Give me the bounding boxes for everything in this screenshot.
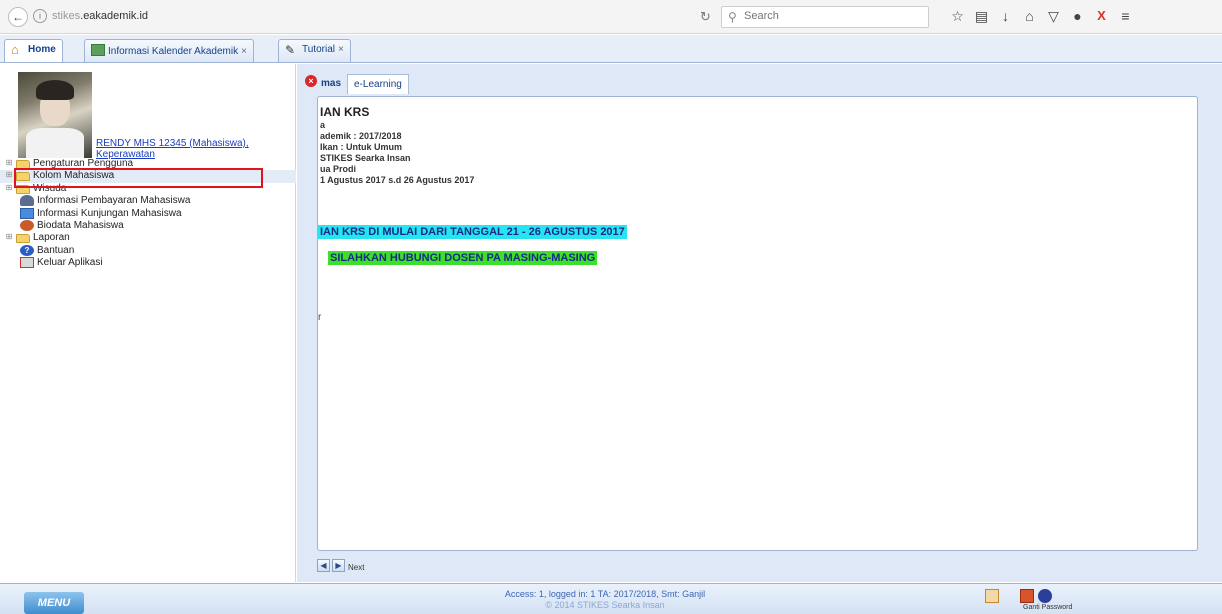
key-icon[interactable] [1020,589,1034,603]
tree-item-informasi-kunjungan[interactable]: Informasi Kunjungan Mahasiswa [0,207,296,220]
expand-icon[interactable]: ⊞ [4,158,14,167]
app-tab-bar: ⌂ Home Informasi Kalender Akademik × ✎ Tuto… [0,35,1222,63]
tab-informasi[interactable]: mas [315,74,347,94]
pager-label: Next [348,563,365,572]
tab-kalender-akademik[interactable]: Informasi Kalender Akademik × [84,39,254,62]
edit-profile-icon[interactable] [985,589,999,603]
search-box[interactable]: ⚲ [721,6,929,28]
url-prefix: stikes [52,10,81,22]
star-icon[interactable]: ☆ [950,7,965,25]
menu-button[interactable]: MENU [24,592,84,614]
announcement-title: IAN KRS [320,105,370,119]
tab-tutorial[interactable]: ✎ Tutorial × [278,39,351,62]
monitor-icon [20,207,34,219]
announcement-line: Ikan : Untuk Umum [320,142,403,152]
pocket-icon[interactable]: ▽ [1046,7,1061,25]
url-bar[interactable]: stikes.eakademik.id [52,10,148,22]
prev-page-button[interactable]: ◀ [317,559,330,572]
exit-icon [20,257,34,269]
tree-item-label: Keluar Aplikasi [37,257,103,269]
tree-item-label: Laporan [33,232,70,244]
url-domain: eakademik.id [83,10,149,22]
help-icon[interactable] [1038,589,1052,603]
help-icon: ? [20,244,34,256]
announcement-line: a [320,120,326,130]
tab-home[interactable]: ⌂ Home [4,39,63,62]
browser-toolbar-icons: ☆ ▤ ↓ ⌂ ▽ ● X ≡ [950,7,1133,25]
browser-toolbar: ← i stikes.eakademik.id ↻ ⚲ ☆ ▤ ↓ ⌂ ▽ ● … [0,0,1222,34]
tab-elearning[interactable]: e-Learning [347,74,409,94]
person-icon [20,219,34,231]
tree-item-label: Informasi Kunjungan Mahasiswa [37,207,182,219]
status-footer: MENU Access: 1, logged in: 1 TA: 2017/20… [0,583,1222,614]
profile-photo [18,72,92,158]
tab-tutorial-label: Tutorial [302,44,335,55]
highlight-box [14,168,263,188]
close-tab-icon[interactable]: × [338,44,344,55]
announcement-banner-contact: SILAHKAN HUBUNGI DOSEN PA MASING-MASING [328,251,598,265]
close-tab-icon[interactable]: × [241,46,247,57]
tree-item-bantuan[interactable]: ? Bantuan [0,244,296,257]
expand-icon[interactable]: ⊞ [4,170,14,179]
expand-icon[interactable]: ⊞ [4,183,14,192]
menu-icon[interactable]: ≡ [1118,7,1133,25]
announcement: IAN KRS a ademik : 2017/2018 Ikan : Untu… [320,105,474,186]
x-icon[interactable]: X [1094,7,1109,25]
pager: ◀ ▶ Next [297,554,1222,580]
pencil-icon: ✎ [285,43,296,57]
footer-icon-label: Ganti Password [1023,604,1073,611]
expand-icon[interactable]: ⊞ [4,232,14,241]
search-input[interactable] [744,10,924,22]
session-info-line: Access: 1, logged in: 1 TA: 2017/2018, S… [504,589,706,599]
home-icon[interactable]: ⌂ [1022,7,1037,25]
search-icon: ⚲ [728,10,737,24]
content-text: r [318,312,322,323]
calendar-icon [91,44,105,56]
tree-item-keluar-aplikasi[interactable]: Keluar Aplikasi [0,257,296,269]
navigation-panel: RENDY MHS 12345 (Mahasiswa), Keperawatan… [0,64,296,582]
announcement-line: ademik : 2017/2018 [320,131,402,141]
main-panel: × mas e-Learning IAN KRS a ademik : 2017… [297,64,1222,582]
people-icon [20,195,34,207]
reload-icon[interactable]: ↻ [700,9,711,25]
announcement-banner-date: IAN KRS DI MULAI DARI TANGGAL 21 - 26 AG… [318,225,627,239]
clipboard-icon[interactable]: ▤ [974,7,989,25]
tree-item-biodata-mahasiswa[interactable]: Biodata Mahasiswa [0,219,296,232]
tree-item-laporan[interactable]: ⊞ Laporan [0,232,296,244]
tree-item-label: Informasi Pembayaran Mahasiswa [37,195,191,207]
announcement-line: ua Prodi [320,164,357,174]
announcement-line: STIKES Searka Insan [320,153,411,163]
info-icon[interactable]: i [33,9,47,23]
folder-icon [16,234,30,244]
tree-item-informasi-pembayaran[interactable]: Informasi Pembayaran Mahasiswa [0,195,296,207]
session-info: Access: 1, logged in: 1 TA: 2017/2018, S… [455,589,755,611]
circle-icon[interactable]: ● [1070,7,1085,25]
next-page-button[interactable]: ▶ [332,559,345,572]
content-area: IAN KRS a ademik : 2017/2018 Ikan : Untu… [317,96,1198,551]
copyright-line: © 2014 STIKES Searka Insan [545,600,665,610]
tree-item-label: Bantuan [37,244,75,256]
announcement-line: 1 Agustus 2017 s.d 26 Agustus 2017 [320,175,475,185]
home-icon: ⌂ [11,42,19,57]
tab-kalender-label: Informasi Kalender Akademik [108,46,239,57]
tree-item-label: Biodata Mahasiswa [37,219,124,231]
download-icon[interactable]: ↓ [998,7,1013,25]
profile-link[interactable]: RENDY MHS 12345 (Mahasiswa), Keperawatan [96,138,271,160]
tab-home-label: Home [28,44,56,55]
back-arrow-icon[interactable]: ← [8,7,28,27]
